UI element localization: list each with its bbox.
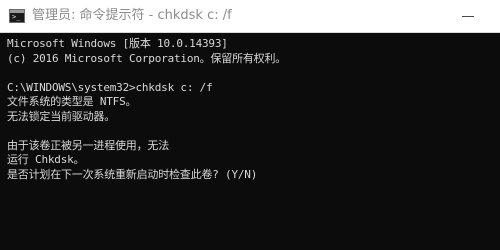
- console-line: 文件系统的类型是 NTFS。: [7, 95, 137, 108]
- console-line: 运行 Chkdsk。: [7, 153, 85, 166]
- console-line: 是否计划在下一次系统重新启动时检查此卷? (Y/N): [7, 167, 258, 181]
- console-output[interactable]: Microsoft Windows [版本 10.0.14393] (c) 20…: [0, 33, 500, 250]
- window-title: 管理员: 命令提示符 - chkdsk c: /f: [32, 8, 232, 23]
- console-line: (c) 2016 Microsoft Corporation。保留所有权利。: [7, 51, 287, 65]
- console-line: Microsoft Windows [版本 10.0.14393]: [7, 37, 228, 50]
- console-line: 由于该卷正被另一进程使用，无法: [7, 138, 169, 152]
- prompt-glyph-icon: >_: [12, 13, 21, 21]
- minimize-icon: [462, 15, 474, 17]
- title-bar[interactable]: >_ 管理员: 命令提示符 - chkdsk c: /f: [0, 0, 500, 33]
- console-line: C:\WINDOWS\system32>chkdsk c: /f: [7, 80, 213, 94]
- command-prompt-window: >_ 管理员: 命令提示符 - chkdsk c: /f Microsoft W…: [0, 0, 500, 250]
- cmd-console-icon[interactable]: >_: [9, 9, 25, 23]
- minimize-button[interactable]: [446, 0, 490, 32]
- console-line: 无法锁定当前驱动器。: [7, 109, 115, 123]
